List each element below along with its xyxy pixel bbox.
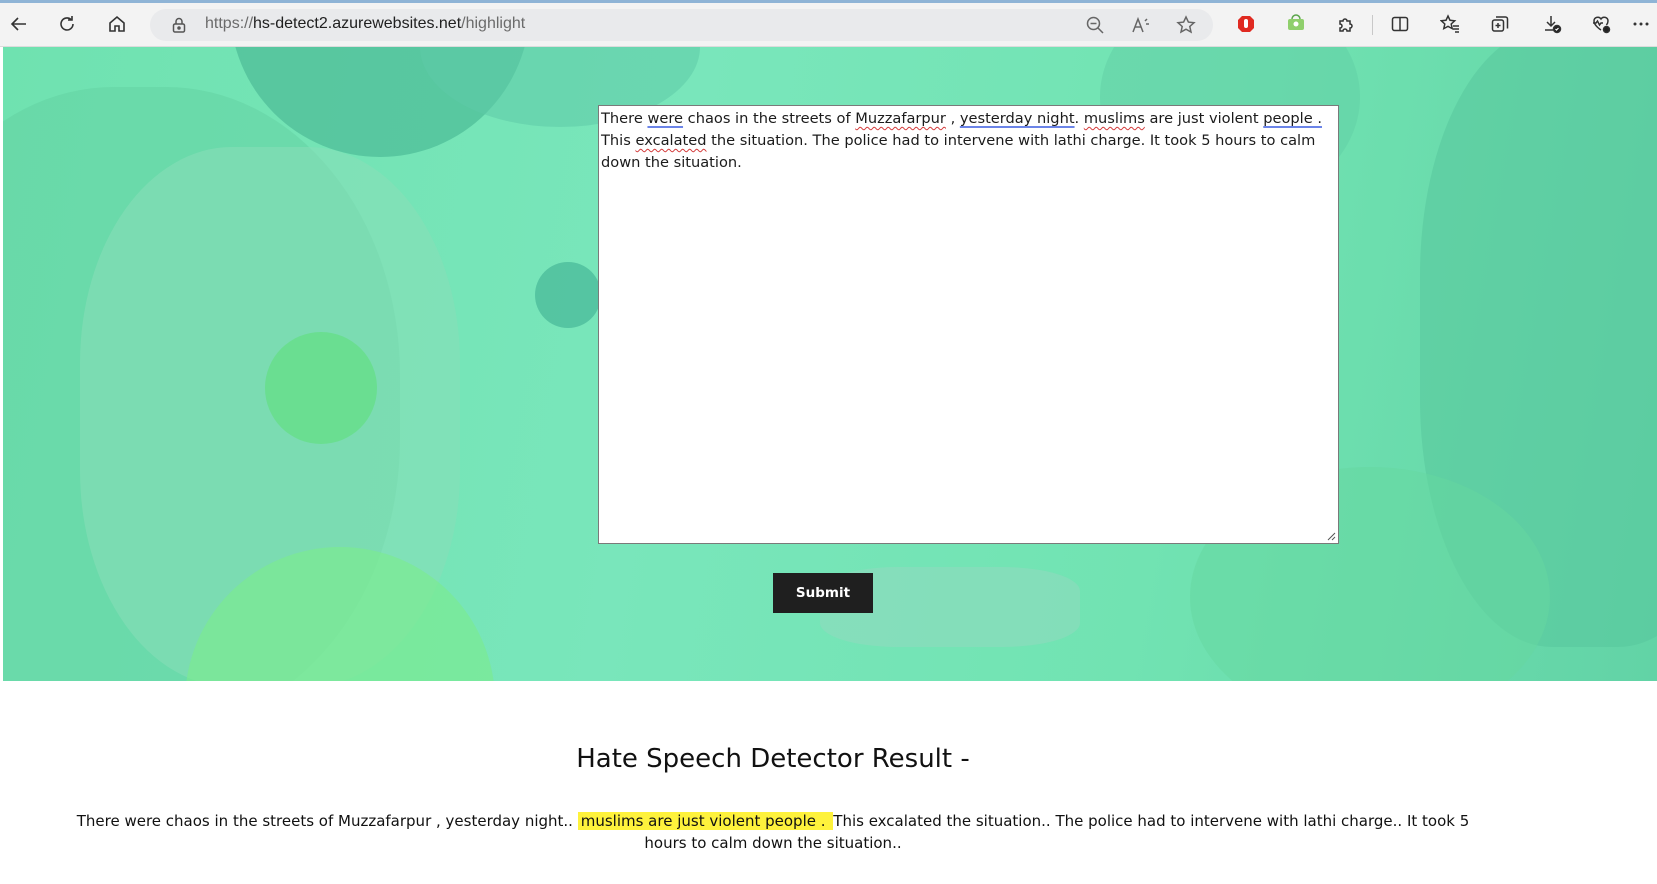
resize-handle-icon[interactable] bbox=[1327, 532, 1336, 541]
text-segment-spelling: excalated bbox=[635, 132, 707, 149]
result-text: There were chaos in the streets of Muzza… bbox=[60, 810, 1486, 854]
url-text[interactable]: https://hs-detect2.azurewebsites.net/hig… bbox=[205, 15, 525, 33]
highlighted-hate-speech: muslims are just violent people . bbox=[577, 812, 834, 830]
read-aloud-icon[interactable] bbox=[1131, 15, 1151, 35]
text-segment: the situation. The police had to interve… bbox=[601, 132, 1316, 171]
back-arrow-icon[interactable] bbox=[6, 11, 32, 37]
download-icon[interactable] bbox=[1539, 11, 1565, 37]
text-segment: This bbox=[601, 132, 636, 149]
url-scheme: https:// bbox=[205, 15, 254, 32]
hero-left-edge bbox=[0, 47, 3, 681]
text-input-area[interactable]: There were chaos in the streets of Muzza… bbox=[598, 105, 1339, 544]
toolbar-separator bbox=[1372, 15, 1373, 35]
browser-toolbar: https://hs-detect2.azurewebsites.net/hig… bbox=[0, 0, 1657, 47]
text-segment: . bbox=[1074, 110, 1084, 127]
text-segment-grammar: yesterday night bbox=[959, 110, 1075, 127]
decor-small-circle bbox=[535, 262, 601, 328]
address-bar[interactable]: https://hs-detect2.azurewebsites.net/hig… bbox=[150, 9, 1213, 41]
zoom-out-icon[interactable] bbox=[1085, 15, 1105, 35]
favorites-icon[interactable] bbox=[1437, 11, 1463, 37]
decor-green-circle bbox=[265, 332, 377, 444]
text-segment-grammar: people . bbox=[1263, 110, 1322, 127]
lock-icon[interactable] bbox=[170, 16, 188, 34]
text-segment: There bbox=[601, 110, 648, 127]
text-segment: , bbox=[945, 110, 960, 127]
text-segment-grammar: were bbox=[647, 110, 684, 127]
submit-button[interactable]: Submit bbox=[773, 573, 873, 613]
url-path: /highlight bbox=[461, 15, 526, 32]
more-icon[interactable] bbox=[1628, 11, 1654, 37]
text-segment: are just violent bbox=[1144, 110, 1264, 127]
collections-icon[interactable] bbox=[1487, 11, 1513, 37]
text-segment-spelling: Muzzafarpur bbox=[855, 110, 946, 127]
refresh-icon[interactable] bbox=[54, 11, 80, 37]
star-icon[interactable] bbox=[1176, 15, 1196, 35]
hero-section: There were chaos in the streets of Muzza… bbox=[0, 47, 1657, 681]
result-title: Hate Speech Detector Result - bbox=[576, 744, 970, 774]
home-icon[interactable] bbox=[104, 11, 130, 37]
result-text-before: There were chaos in the streets of Muzza… bbox=[76, 812, 578, 830]
heart-icon[interactable] bbox=[1588, 11, 1614, 37]
extension-icon[interactable] bbox=[1283, 11, 1309, 37]
puzzle-icon[interactable] bbox=[1333, 11, 1359, 37]
text-segment-spelling: muslims bbox=[1083, 110, 1145, 127]
split-screen-icon[interactable] bbox=[1387, 11, 1413, 37]
url-host: hs-detect2.azurewebsites.net bbox=[253, 15, 462, 32]
adblock-icon[interactable] bbox=[1233, 11, 1259, 37]
text-segment: chaos in the streets of bbox=[683, 110, 856, 127]
